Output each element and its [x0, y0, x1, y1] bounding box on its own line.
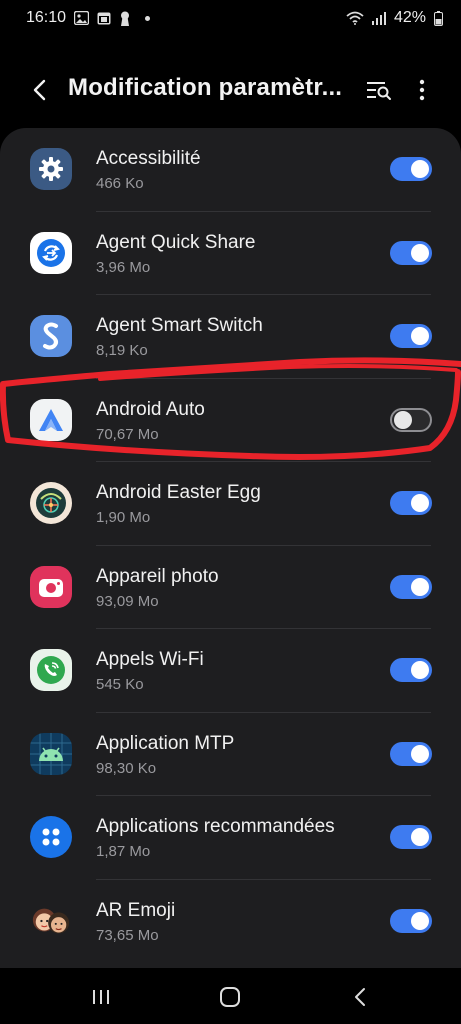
smart-switch-icon — [30, 315, 72, 357]
app-size: 73,65 Mo — [96, 926, 159, 944]
toggle-knob — [411, 661, 429, 679]
app-row-appels-wifi[interactable]: Appels Wi-Fi 545 Ko — [0, 629, 461, 713]
home-button[interactable] — [215, 982, 245, 1012]
status-time: 16:10 — [26, 9, 67, 26]
app-size: 70,67 Mo — [96, 425, 159, 443]
battery-icon — [434, 10, 443, 26]
toggle-knob — [411, 160, 429, 178]
app-name: Agent Quick Share — [96, 231, 256, 253]
toggle-knob — [411, 744, 429, 763]
app-size: 1,90 Mo — [96, 509, 151, 526]
app-bar: Modification paramètr... — [0, 62, 461, 118]
android-auto-icon — [30, 398, 72, 441]
app-row-agent-quick-share[interactable]: Agent Quick Share 3,96 Mo — [0, 212, 461, 295]
toggle-knob — [411, 494, 429, 512]
wifi-call-icon — [30, 649, 72, 691]
more-notifications-dot-icon — [145, 15, 151, 21]
app-size: 545 Ko — [96, 676, 144, 693]
enable-toggle[interactable] — [390, 574, 432, 599]
gallery-notification-icon — [74, 11, 90, 25]
search-filter-button[interactable] — [364, 76, 394, 104]
recent-apps-button[interactable] — [86, 982, 116, 1012]
back-button[interactable] — [26, 76, 54, 104]
toggle-knob — [411, 243, 429, 262]
app-row-android-auto[interactable]: Android Auto 70,67 Mo — [0, 379, 461, 462]
app-name: Android Easter Egg — [96, 482, 261, 503]
gear-icon — [30, 148, 72, 190]
app-list: Accessibilité 466 Ko Agent Quick Share 3… — [0, 128, 461, 968]
app-size: 8,19 Ko — [96, 342, 148, 359]
app-row-application-mtp[interactable]: Application MTP 98,30 Ko — [0, 713, 461, 796]
filter-search-icon — [367, 82, 391, 100]
enable-toggle[interactable] — [390, 825, 432, 849]
app-row-ar-emoji[interactable]: AR Emoji 73,65 Mo — [0, 880, 461, 964]
more-options-button[interactable] — [410, 76, 434, 104]
more-vertical-icon — [419, 79, 425, 101]
toggle-knob — [411, 911, 429, 930]
page-title: Modification paramètr... — [68, 74, 343, 101]
app-name: Appels Wi-Fi — [96, 649, 204, 670]
app-size: 93,09 Mo — [96, 592, 159, 610]
app-name: Agent Smart Switch — [96, 315, 263, 336]
camera-icon — [30, 565, 72, 608]
chevron-left-icon — [355, 988, 365, 1006]
app-size: 466 Ko — [96, 175, 144, 192]
signal-icon — [371, 11, 386, 25]
app-size: 1,87 Mo — [96, 843, 151, 860]
wifi-icon — [346, 11, 364, 25]
recommended-apps-icon — [30, 816, 72, 858]
enable-toggle[interactable] — [390, 741, 432, 766]
battery-percent: 42% — [393, 9, 426, 26]
app-row-applications-recommandees[interactable]: Applications recommandées 1,87 Mo — [0, 796, 461, 880]
app-name: Applications recommandées — [96, 816, 335, 837]
navigation-bar — [0, 968, 461, 1024]
app-row-appareil-photo[interactable]: Appareil photo 93,09 Mo — [0, 546, 461, 629]
quick-share-icon — [30, 231, 72, 274]
app-name: Appareil photo — [96, 565, 219, 587]
enable-toggle[interactable] — [390, 658, 432, 682]
android-robot-icon — [30, 732, 72, 775]
ar-emoji-icon — [30, 900, 72, 942]
calendar-notification-icon — [97, 11, 111, 25]
back-nav-button[interactable] — [345, 982, 375, 1012]
app-name: AR Emoji — [96, 899, 176, 921]
enable-toggle[interactable] — [390, 324, 432, 348]
enable-toggle[interactable] — [390, 157, 432, 181]
app-name: Application MTP — [96, 732, 235, 754]
chevron-left-icon — [33, 79, 46, 101]
keyhole-notification-icon — [119, 11, 131, 26]
recent-apps-icon — [93, 990, 109, 1004]
toggle-knob — [411, 327, 429, 345]
status-bar: 16:10 42% — [0, 0, 461, 36]
app-row-agent-smart-switch[interactable]: Agent Smart Switch 8,19 Ko — [0, 295, 461, 379]
easter-egg-icon — [30, 482, 72, 524]
app-size: 3,96 Mo — [96, 258, 151, 276]
app-row-accessibilite[interactable]: Accessibilité 466 Ko — [0, 128, 461, 212]
toggle-knob — [411, 828, 429, 846]
enable-toggle[interactable] — [390, 240, 432, 265]
enable-toggle[interactable] — [390, 491, 432, 515]
toggle-knob — [411, 577, 429, 596]
app-size: 98,30 Ko — [96, 759, 157, 777]
app-name: Android Auto — [96, 398, 205, 420]
enable-toggle[interactable] — [390, 407, 432, 432]
app-row-android-easter-egg[interactable]: Android Easter Egg 1,90 Mo — [0, 462, 461, 546]
app-name: Accessibilité — [96, 148, 201, 169]
toggle-knob — [394, 410, 412, 429]
enable-toggle[interactable] — [390, 908, 432, 933]
home-icon — [220, 987, 240, 1007]
